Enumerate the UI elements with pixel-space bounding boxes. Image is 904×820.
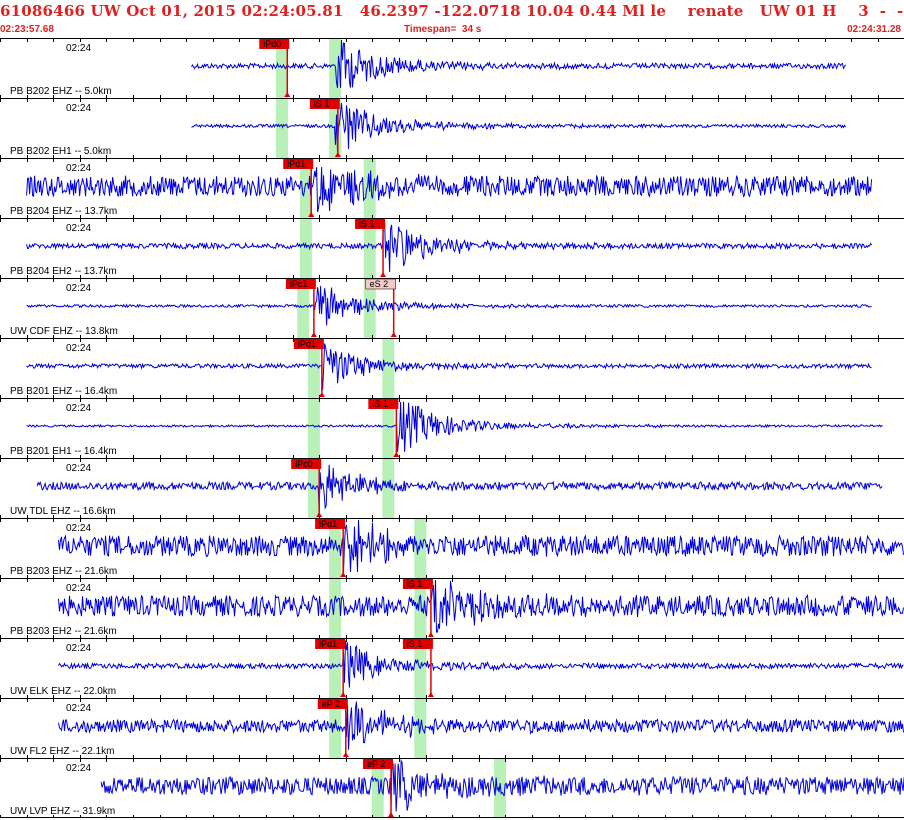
channel-label: PB B201 EHZ -- 16.4km [10, 386, 117, 397]
pick-label[interactable]: iS 1 [359, 219, 375, 229]
panel-time-label: 02:24 [66, 643, 91, 654]
channel-panel[interactable]: iPc0 02:24 UW TDL EHZ -- 16.6km [0, 458, 904, 518]
panel-time-label: 02:24 [66, 283, 91, 294]
panel-time-label: 02:24 [66, 163, 91, 174]
channel-panel[interactable]: eP 2 02:24 UW FL2 EHZ -- 22.1km [0, 698, 904, 758]
panel-time-label: 02:24 [66, 523, 91, 534]
pick-label[interactable]: iS 1 [407, 579, 423, 589]
timespan-label: Timespan= 34 s [404, 24, 482, 35]
waveform-trace [26, 401, 883, 453]
waveform-trace [26, 219, 873, 273]
channel-panel[interactable]: iPd1 02:24 PB B203 EHZ -- 21.6km [0, 518, 904, 578]
pick-label[interactable]: eP 2 [322, 699, 340, 709]
channel-label: PB B201 EH1 -- 16.4km [10, 446, 117, 457]
waveform-trace [36, 464, 883, 510]
pick-label[interactable]: iPc1 [290, 279, 308, 289]
pick-label[interactable]: iS 1 [372, 399, 388, 409]
pick-label[interactable]: iPd0 [263, 39, 281, 49]
pick-window [329, 578, 342, 638]
waveform-trace [26, 285, 872, 326]
pick-label[interactable]: iS 1 [407, 639, 423, 649]
pick-window [382, 338, 395, 398]
channel-panel[interactable]: iS 1 02:24 PB B202 EH1 -- 5.0km [0, 98, 904, 158]
waveform-trace [26, 343, 872, 390]
pick-label[interactable]: iPd1 [298, 339, 316, 349]
end-time-label: 02:24:31.28 [847, 24, 901, 35]
channel-label: PB B202 EH1 -- 5.0km [10, 146, 111, 157]
timespan-bar: 02:23:57.68 Timespan= 34 s 02:24:31.28 [0, 24, 904, 38]
pick-marker-icon [388, 812, 395, 817]
pick-marker-icon [427, 632, 434, 637]
seismogram-viewer: { "header": { "title": "61086466 UW Oct … [0, 0, 904, 820]
waveform-trace [191, 39, 846, 88]
panel-time-label: 02:24 [66, 703, 91, 714]
channel-label: UW LVP EHZ -- 31.9km [10, 806, 115, 817]
pick-label[interactable]: iS 1 [314, 99, 330, 109]
panel-time-label: 02:24 [66, 43, 91, 54]
panel-time-label: 02:24 [66, 343, 91, 354]
waveform-trace [58, 579, 904, 633]
channel-label: UW FL2 EHZ -- 22.1km [10, 746, 114, 757]
channel-panel[interactable]: iPd1 iS 1 02:24 UW ELK EHZ -- 22.0km [0, 638, 904, 698]
pick-marker-icon [342, 752, 349, 757]
pick-marker-icon [390, 332, 397, 337]
waveform-trace [58, 640, 904, 688]
channel-label: PB B203 EHZ -- 21.6km [10, 566, 117, 577]
panel-time-label: 02:24 [66, 463, 91, 474]
channel-label: UW ELK EHZ -- 22.0km [10, 686, 116, 697]
channel-panel[interactable]: iPd1 02:24 PB B204 EHZ -- 13.7km [0, 158, 904, 218]
event-title-bar: 61086466 UW Oct 01, 2015 02:24:05.81 46.… [0, 0, 904, 24]
channel-panel[interactable]: iPd1 02:24 PB B201 EHZ -- 16.4km [0, 338, 904, 398]
waveform-trace [191, 103, 846, 153]
pick-marker-icon [427, 692, 434, 697]
pick-marker-icon [310, 332, 317, 337]
channel-panel[interactable]: iPc1 eS 2 02:24 UW CDF EHZ -- 13.8km [0, 278, 904, 338]
panel-time-label: 02:24 [66, 583, 91, 594]
pick-label[interactable]: iPd1 [319, 519, 337, 529]
channel-panel[interactable]: eP 2 02:24 UW LVP EHZ -- 31.9km [0, 758, 904, 818]
waveform-trace [26, 167, 873, 213]
pick-label[interactable]: eP 2 [367, 759, 385, 769]
pick-marker-icon [380, 272, 387, 277]
panel-time-label: 02:24 [66, 763, 91, 774]
panel-time-label: 02:24 [66, 103, 91, 114]
pick-label[interactable]: iPd1 [319, 639, 337, 649]
panel-time-label: 02:24 [66, 403, 91, 414]
channel-label: PB B204 EHZ -- 13.7km [10, 206, 117, 217]
start-time-label: 02:23:57.68 [0, 24, 54, 35]
channel-panel[interactable]: iS 1 02:24 PB B201 EH1 -- 16.4km [0, 398, 904, 458]
channel-label: UW TDL EHZ -- 16.6km [10, 506, 116, 517]
channel-label: UW CDF EHZ -- 13.8km [10, 326, 118, 337]
pick-label[interactable]: iPc0 [295, 459, 313, 469]
pick-window [414, 518, 427, 578]
pick-label[interactable]: iPd1 [287, 159, 305, 169]
channel-panel[interactable]: iS 1 02:24 PB B204 EH2 -- 13.7km [0, 218, 904, 278]
channel-panel[interactable]: iS 1 02:24 PB B203 EH2 -- 21.6km [0, 578, 904, 638]
pick-window [275, 98, 288, 158]
channel-panel[interactable]: iPd0 02:24 PB B202 EHZ -- 5.0km [0, 38, 904, 98]
seismogram-panels[interactable]: iPd0 02:24 PB B202 EHZ -- 5.0km iS 1 02:24 PB… [0, 38, 904, 820]
channel-label: PB B202 EHZ -- 5.0km [10, 86, 112, 97]
waveform-trace [58, 519, 904, 573]
channel-label: PB B204 EH2 -- 13.7km [10, 266, 117, 277]
panel-time-label: 02:24 [66, 223, 91, 234]
pick-label[interactable]: eS 2 [370, 279, 389, 289]
event-summary-title: 61086466 UW Oct 01, 2015 02:24:05.81 46.… [0, 2, 904, 20]
pick-window [307, 398, 320, 458]
channel-label: PB B203 EH2 -- 21.6km [10, 626, 117, 637]
waveform-trace [58, 701, 904, 750]
